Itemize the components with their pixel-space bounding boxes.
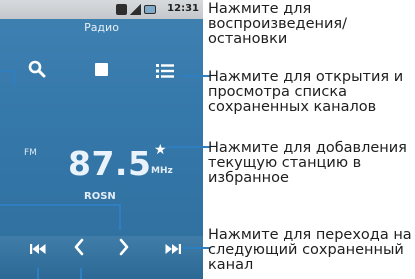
callout-next: Нажмите для перехода на следующий сохран…: [208, 227, 412, 273]
search-icon: [28, 60, 46, 78]
frequency-display: 87.5: [68, 144, 152, 183]
callout-list: Нажмите для открытия и просмотра списка …: [208, 69, 404, 115]
channel-list-button[interactable]: [156, 63, 174, 82]
status-icons: [116, 4, 156, 15]
tune-down-button[interactable]: [73, 238, 85, 260]
callout-favorite: Нажмите для добавления текущую станцию в…: [208, 140, 407, 186]
frequency-unit: MHz: [151, 166, 173, 176]
sim-icon: [116, 4, 127, 15]
list-icon: [156, 64, 174, 78]
play-stop-button[interactable]: [95, 63, 108, 76]
callout-play: Нажмите для воспроизведения/остановки: [208, 1, 348, 47]
previous-channel-button[interactable]: [30, 243, 46, 258]
status-bar: 12:31: [0, 0, 203, 19]
radio-screen: 12:31 Радио FM 87.5 ★ MHz ROSN: [0, 0, 203, 279]
skip-back-icon: [30, 244, 46, 254]
band-label: FM: [24, 148, 37, 158]
app-title: Радио: [84, 21, 119, 34]
skip-forward-icon: [165, 244, 181, 254]
battery-icon: [144, 5, 156, 14]
status-time: 12:31: [167, 3, 199, 14]
next-channel-button[interactable]: [165, 243, 181, 258]
star-icon: ★: [154, 142, 167, 158]
chevron-left-icon: [74, 238, 84, 256]
station-name: ROSN: [84, 191, 116, 202]
favorite-star-button[interactable]: ★: [154, 143, 167, 157]
chevron-right-icon: [119, 238, 129, 256]
search-button[interactable]: [28, 60, 46, 82]
signal-icon: [130, 4, 141, 15]
tune-up-button[interactable]: [118, 238, 130, 260]
